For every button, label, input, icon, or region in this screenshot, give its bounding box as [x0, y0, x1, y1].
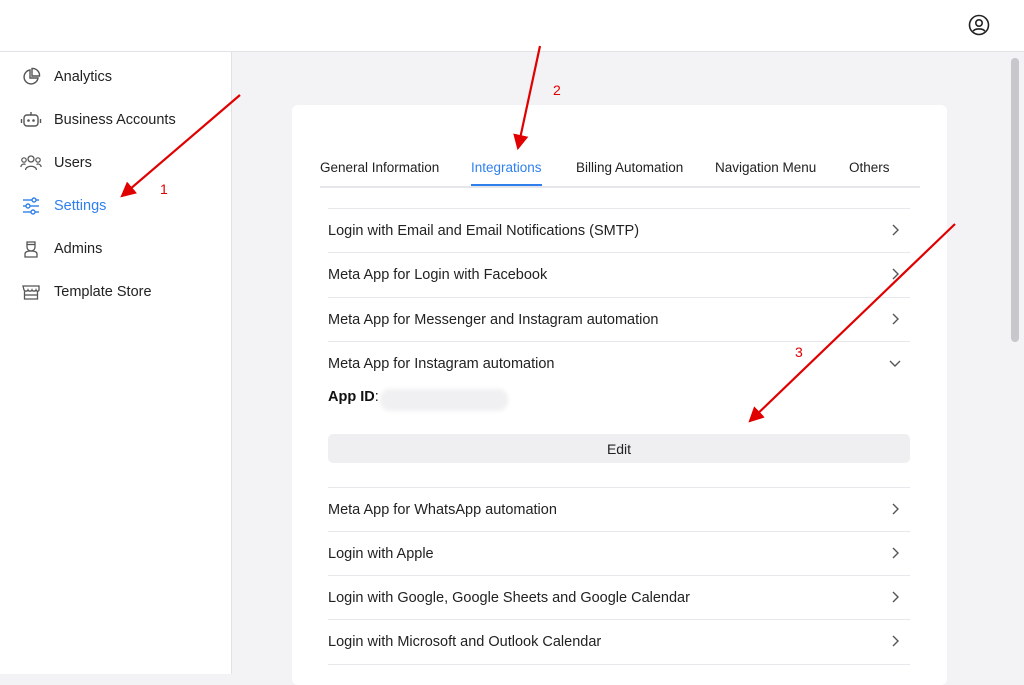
- sidebar-item-label: Admins: [54, 241, 103, 257]
- tab-integrations[interactable]: Integrations: [471, 152, 542, 186]
- tab-others[interactable]: Others: [849, 152, 890, 184]
- sidebar-item-label: Analytics: [54, 69, 113, 85]
- integration-label: Login with Apple: [328, 546, 434, 562]
- tab-billing-automation[interactable]: Billing Automation: [576, 152, 683, 184]
- edit-button[interactable]: Edit: [328, 434, 910, 463]
- store-icon: [20, 281, 42, 303]
- integration-row-instagram-automation[interactable]: Meta App for Instagram automation: [328, 341, 910, 386]
- sliders-icon: [20, 195, 42, 217]
- robot-icon: [20, 109, 42, 131]
- profile-button[interactable]: [967, 13, 991, 37]
- sidebar: [0, 52, 232, 674]
- integration-label: Meta App for Messenger and Instagram aut…: [328, 312, 659, 328]
- integration-label: Meta App for Login with Facebook: [328, 267, 548, 283]
- chevron-right-icon: [892, 268, 899, 280]
- pie-chart-icon: [20, 66, 42, 88]
- integration-row-whatsapp[interactable]: Meta App for WhatsApp automation: [328, 487, 910, 532]
- sidebar-item-admins[interactable]: Admins: [20, 234, 220, 264]
- integration-label: Login with Email and Email Notifications…: [328, 223, 640, 239]
- admin-icon: [20, 238, 42, 260]
- app-id-label: App ID:: [328, 389, 379, 405]
- annotation-number-2: 2: [553, 82, 561, 98]
- integration-row-messenger-instagram[interactable]: Meta App for Messenger and Instagram aut…: [328, 297, 910, 342]
- sidebar-item-business-accounts[interactable]: Business Accounts: [20, 105, 220, 135]
- chevron-down-icon: [889, 360, 901, 367]
- app-id-value-redacted: [380, 389, 508, 411]
- sidebar-item-template-store[interactable]: Template Store: [20, 277, 220, 307]
- users-icon: [20, 152, 42, 174]
- row-divider: [328, 664, 910, 665]
- integration-label: Meta App for Instagram automation: [328, 356, 555, 372]
- integration-row-apple-login[interactable]: Login with Apple: [328, 531, 910, 576]
- annotation-number-3: 3: [795, 344, 803, 360]
- tab-general-information[interactable]: General Information: [320, 152, 439, 184]
- integration-row-facebook-login[interactable]: Meta App for Login with Facebook: [328, 252, 910, 297]
- integration-label: Meta App for WhatsApp automation: [328, 502, 557, 518]
- scrollbar-thumb[interactable]: [1011, 58, 1019, 342]
- integration-row-smtp[interactable]: Login with Email and Email Notifications…: [328, 208, 910, 253]
- integration-row-google[interactable]: Login with Google, Google Sheets and Goo…: [328, 575, 910, 620]
- chevron-right-icon: [892, 503, 899, 515]
- chevron-right-icon: [892, 547, 899, 559]
- sidebar-item-label: Template Store: [54, 284, 152, 300]
- annotation-number-1: 1: [160, 181, 168, 197]
- sidebar-item-users[interactable]: Users: [20, 148, 220, 178]
- sidebar-item-label: Business Accounts: [54, 112, 176, 128]
- chevron-right-icon: [892, 635, 899, 647]
- tab-navigation-menu[interactable]: Navigation Menu: [715, 152, 816, 184]
- chevron-right-icon: [892, 224, 899, 236]
- chevron-right-icon: [892, 313, 899, 325]
- settings-tabs: General Information Integrations Billing…: [320, 152, 920, 188]
- sidebar-item-settings[interactable]: Settings: [20, 191, 220, 221]
- integration-label: Login with Microsoft and Outlook Calenda…: [328, 634, 602, 650]
- sidebar-item-label: Settings: [54, 198, 107, 214]
- integration-row-microsoft[interactable]: Login with Microsoft and Outlook Calenda…: [328, 619, 910, 664]
- chevron-right-icon: [892, 591, 899, 603]
- user-circle-icon: [968, 14, 990, 36]
- top-bar: [0, 0, 1024, 52]
- sidebar-item-analytics[interactable]: Analytics: [20, 62, 220, 92]
- integration-label: Login with Google, Google Sheets and Goo…: [328, 590, 690, 606]
- sidebar-item-label: Users: [54, 155, 92, 171]
